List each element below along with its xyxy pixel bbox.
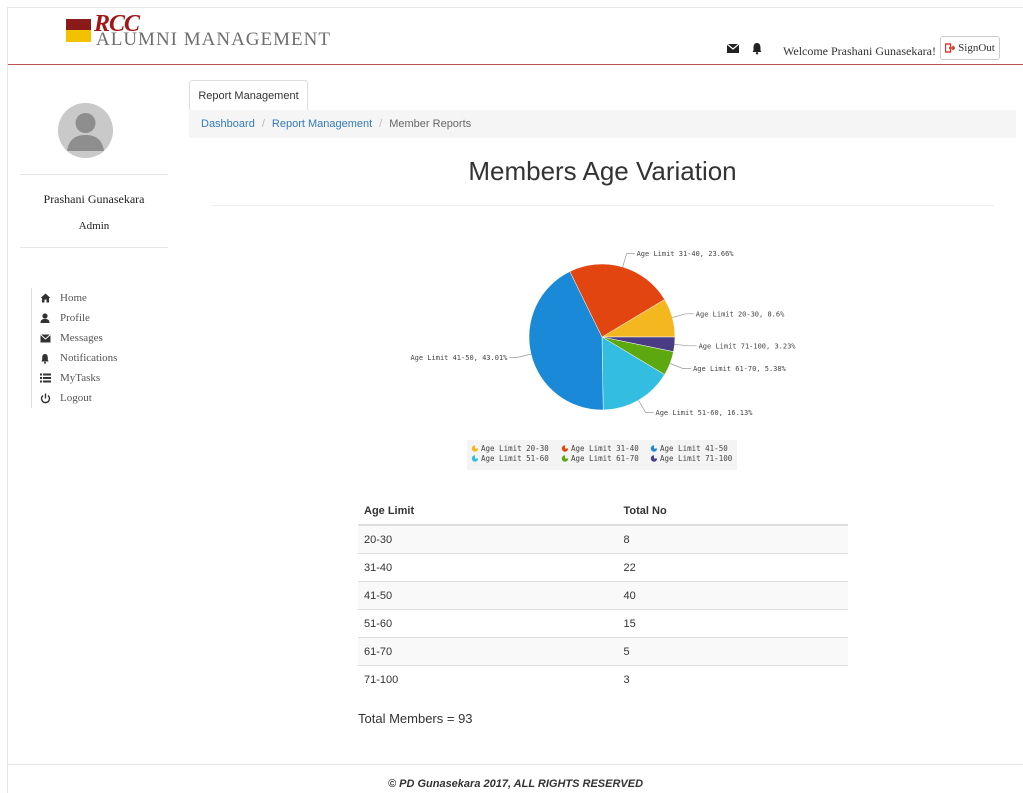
breadcrumb-separator: / — [261, 118, 265, 130]
power-icon — [38, 392, 52, 404]
sidebar-item-label: MyTasks — [60, 372, 101, 384]
footer-divider — [8, 764, 1023, 765]
logo-flag — [66, 19, 91, 42]
breadcrumb: Dashboard / Report Management / Member R… — [189, 110, 1016, 138]
envelope-icon — [38, 332, 52, 344]
table-row: 31-40 22 — [358, 553, 848, 582]
breadcrumb-dashboard[interactable]: Dashboard — [201, 118, 255, 130]
table-cell: 8 — [617, 524, 848, 554]
legend-label: Age Limit 20-30 — [481, 444, 549, 453]
bell-icon[interactable] — [750, 41, 764, 55]
legend-label: Age Limit 51-60 — [481, 454, 549, 463]
pie-leader-line — [669, 363, 692, 369]
table-cell: 51-60 — [358, 609, 618, 638]
user-name: Prashani Gunasekara — [43, 192, 145, 206]
legend-label: Age Limit 61-70 — [571, 454, 639, 463]
pie-leader-line — [672, 313, 694, 318]
user-avatar-icon — [58, 103, 113, 158]
signout-icon — [945, 43, 956, 53]
table-cell: 5 — [617, 637, 848, 666]
column-header-total-no: Total No — [617, 498, 848, 526]
table-cell: 20-30 — [358, 524, 618, 554]
sidebar-item-label: Messages — [60, 332, 103, 344]
bell-icon — [38, 352, 52, 364]
sidebar-item-label: Logout — [60, 392, 92, 404]
pie-data-label: Age Limit 71-100, 3.23% — [699, 342, 797, 350]
legend-label: Age Limit 41-50 — [660, 444, 728, 453]
table-row: 61-70 5 — [358, 637, 848, 666]
home-icon — [38, 292, 52, 304]
footer-copyright: © PD Gunasekara 2017, ALL RIGHTS RESERVE… — [387, 778, 644, 790]
envelope-icon[interactable] — [726, 41, 740, 55]
chart-legend: Age Limit 20-30 Age Limit 31-40 Age Limit … — [467, 440, 737, 470]
tab-report-management[interactable]: Report Management — [189, 80, 308, 110]
legend-label: Age Limit 71-100 — [660, 454, 733, 463]
sidebar-item-label: Notifications — [60, 352, 118, 364]
table-cell: 3 — [617, 665, 848, 693]
sidebar-item-label: Profile — [60, 312, 90, 324]
pie-leader-line — [638, 400, 654, 413]
table-cell: 22 — [617, 553, 848, 582]
sidebar-item-label: Home — [60, 292, 87, 304]
breadcrumb-separator: / — [379, 118, 383, 130]
sidebar-nav: Home Profile Messages Notifications MyTa… — [31, 288, 117, 408]
header-divider — [8, 64, 1023, 65]
table-cell: 40 — [617, 581, 848, 610]
table-cell: 41-50 — [358, 581, 618, 610]
page-title: Members Age Variation — [468, 156, 737, 186]
age-pie-chart: Age Limit 20-30, 8.6% Age Limit 71-100, 3… — [410, 250, 797, 470]
age-table: Age Limit Total No 20-30 8 31-40 22 41-5… — [358, 498, 848, 693]
user-icon — [38, 312, 52, 324]
table-cell: 31-40 — [358, 553, 618, 582]
pie-leader-line — [509, 353, 532, 358]
pie-data-label: Age Limit 20-30, 8.6% — [696, 310, 785, 318]
sidebar-item-mytasks[interactable]: MyTasks — [38, 368, 117, 388]
total-members: Total Members = 93 — [358, 711, 473, 726]
table-row: 71-100 3 — [358, 665, 848, 693]
logo-title: ALUMNI MANAGEMENT — [96, 29, 331, 50]
pie-data-label: Age Limit 41-50, 43.01% — [410, 354, 508, 362]
table-cell: 15 — [617, 609, 848, 638]
list-icon — [38, 372, 52, 384]
breadcrumb-member-reports: Member Reports — [389, 118, 472, 130]
signout-button[interactable]: SignOut — [940, 36, 1000, 60]
breadcrumb-report-management[interactable]: Report Management — [272, 118, 372, 130]
pie-data-label: Age Limit 61-70, 5.38% — [693, 365, 787, 373]
pie-leader-line — [622, 253, 635, 268]
table-cell: 71-100 — [358, 665, 618, 693]
sidebar-divider — [20, 174, 168, 175]
signout-label: SignOut — [958, 42, 995, 54]
column-header-age-limit: Age Limit — [358, 498, 618, 526]
pie-data-label: Age Limit 51-60, 16.13% — [656, 409, 754, 417]
pie-leader-line — [674, 344, 697, 347]
welcome-text: Welcome Prashani Gunasekara! — [783, 44, 936, 58]
table-row: 41-50 40 — [358, 581, 848, 610]
sidebar-item-messages[interactable]: Messages — [38, 328, 117, 348]
sidebar-item-profile[interactable]: Profile — [38, 308, 117, 328]
legend-label: Age Limit 31-40 — [571, 444, 639, 453]
user-role: Admin — [78, 220, 110, 232]
avatar — [58, 103, 113, 158]
table-row: 51-60 15 — [358, 609, 848, 638]
sidebar-item-home[interactable]: Home — [38, 288, 117, 308]
title-divider — [211, 205, 994, 206]
sidebar-divider — [20, 247, 168, 248]
table-row: 20-30 8 — [358, 524, 848, 554]
sidebar-item-notifications[interactable]: Notifications — [38, 348, 117, 368]
sidebar-item-logout[interactable]: Logout — [38, 388, 117, 408]
table-cell: 61-70 — [358, 637, 618, 666]
pie-data-label: Age Limit 31-40, 23.66% — [637, 250, 735, 258]
table-header-row: Age Limit Total No — [358, 498, 848, 526]
